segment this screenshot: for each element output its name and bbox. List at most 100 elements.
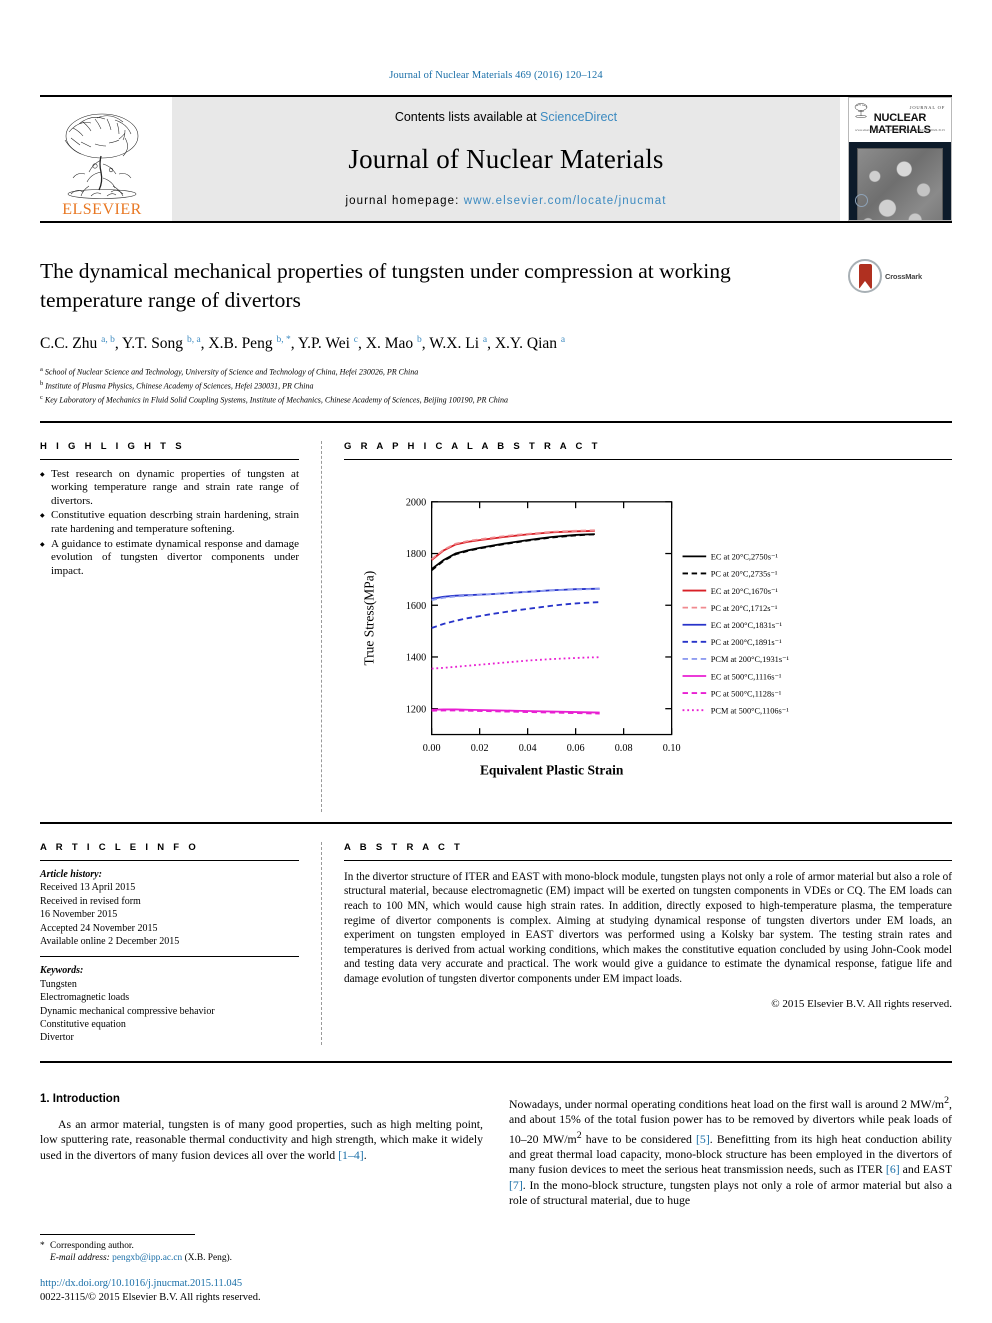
abstract-column: A B S T R A C T In the divertor structur… xyxy=(328,842,952,1045)
journal-title: Journal of Nuclear Materials xyxy=(348,144,664,174)
crossmark-label: CrossMark xyxy=(885,271,922,281)
svg-text:0.00: 0.00 xyxy=(423,743,441,754)
email-owner: (X.B. Peng). xyxy=(184,1253,232,1264)
article-info-heading: A R T I C L E I N F O xyxy=(40,841,200,853)
section-heading-introduction: 1. Introduction xyxy=(40,1092,120,1105)
corresponding-author-line: * Corresponding author. xyxy=(40,1240,480,1253)
intro-text-part2: . xyxy=(363,1147,367,1162)
svg-text:1800: 1800 xyxy=(406,549,426,560)
email-link[interactable]: pengxb@ipp.ac.cn xyxy=(112,1253,182,1263)
keywords-separator xyxy=(40,956,299,958)
svg-text:1200: 1200 xyxy=(406,704,426,715)
masthead-center-panel: Contents lists available at ScienceDirec… xyxy=(172,97,840,221)
history-item: Received 13 April 2015 xyxy=(40,882,136,894)
contents-available-line: Contents lists available at ScienceDirec… xyxy=(395,110,617,124)
articleinfo-abstract-row: A R T I C L E I N F O Article history: R… xyxy=(40,841,952,1045)
affiliation-text: Key Laboratory of Mechanics in Fluid Sol… xyxy=(44,396,508,406)
keyword-item: Tungsten xyxy=(40,978,77,990)
doi-link[interactable]: http://dx.doi.org/10.1016/j.jnucmat.2015… xyxy=(40,1277,540,1291)
svg-text:EC at 500°C,1116s⁻¹: EC at 500°C,1116s⁻¹ xyxy=(711,672,782,681)
citation-link[interactable]: [5] xyxy=(696,1131,710,1145)
affiliation-marker: c xyxy=(40,394,43,402)
history-item: Accepted 24 November 2015 xyxy=(40,922,158,934)
cover-right-small: Volume 469 February 2016 ISSN 0022-3115 xyxy=(884,128,945,132)
abstract-heading: A B S T R A C T xyxy=(344,841,464,853)
right-text-5: and EAST xyxy=(899,1162,953,1177)
stress-strain-chart: 0.00 0.02 0.04 0.06 0.08 0.10 2000 1800 1600 1400… xyxy=(361,497,789,777)
abstract-copyright: © 2015 Elsevier B.V. All rights reserved… xyxy=(771,997,952,1010)
svg-text:EC at 20°C,2750s⁻¹: EC at 20°C,2750s⁻¹ xyxy=(711,552,779,561)
affiliation-marker: a xyxy=(40,366,43,374)
affiliation-marker: b xyxy=(40,380,44,388)
body-right-column: Nowadays, under normal operating conditi… xyxy=(509,1093,952,1209)
graphical-abstract-column: G R A P H I C A L A B S T R A C T 0.00 0.… xyxy=(328,441,952,812)
right-text-3: have to be considered xyxy=(581,1131,696,1146)
footnote-block: * Corresponding author. E-mail address: p… xyxy=(40,1233,480,1265)
right-column-paragraph: Nowadays, under normal operating conditi… xyxy=(509,1093,952,1209)
right-text-1: Nowadays, under normal operating conditi… xyxy=(509,1096,945,1111)
journal-homepage-link[interactable]: www.elsevier.com/locate/jnucmat xyxy=(464,195,667,207)
svg-text:PC at 20°C,1712s⁻¹: PC at 20°C,1712s⁻¹ xyxy=(711,604,778,613)
affiliation-item: b Institute of Plasma Physics, Chinese A… xyxy=(40,378,952,392)
highlights-list: Test research on dynamic properties of t… xyxy=(40,468,299,579)
article-history-label: Article history: xyxy=(40,868,102,880)
page-title: The dynamical mechanical properties of t… xyxy=(40,259,731,312)
article-info-rule xyxy=(40,859,299,861)
keywords-label: Keywords: xyxy=(40,965,84,977)
cover-footer xyxy=(855,194,945,216)
doi-block: http://dx.doi.org/10.1016/j.jnucmat.2015… xyxy=(40,1277,540,1305)
article-page: Journal of Nuclear Materials 469 (2016) … xyxy=(0,0,992,1323)
keyword-item: Divertor xyxy=(40,1032,74,1044)
elsevier-tree-icon xyxy=(64,113,139,199)
svg-text:0.02: 0.02 xyxy=(471,743,489,754)
history-item: 16 November 2015 xyxy=(40,909,118,921)
abstract-top-rule xyxy=(40,821,952,824)
homepage-prefix: journal homepage: xyxy=(345,195,464,207)
graphical-abstract-figure: 0.00 0.02 0.04 0.06 0.08 0.10 2000 1800 1600 1400… xyxy=(344,472,952,812)
sciencedirect-link[interactable]: ScienceDirect xyxy=(540,110,617,124)
body-left-column: 1. Introduction As an armor material, tu… xyxy=(40,1093,483,1209)
masthead-bottom-rule xyxy=(40,221,952,223)
crossmark-badge[interactable]: CrossMark xyxy=(848,259,952,293)
issn-copyright-line: 0022-3115/© 2015 Elsevier B.V. All right… xyxy=(40,1292,261,1303)
citation-link[interactable]: [1–4] xyxy=(338,1148,364,1162)
svg-text:EC at 200°C,1831s⁻¹: EC at 200°C,1831s⁻¹ xyxy=(711,621,783,630)
article-history-block: Article history: Received 13 April 2015 … xyxy=(40,868,299,948)
highlight-item: A guidance to estimate dynamical respons… xyxy=(40,538,299,579)
body-columns: 1. Introduction As an armor material, tu… xyxy=(40,1093,952,1209)
svg-text:0.06: 0.06 xyxy=(567,743,585,754)
title-block: The dynamical mechanical properties of t… xyxy=(40,257,952,407)
svg-text:EC at 20°C,1670s⁻¹: EC at 20°C,1670s⁻¹ xyxy=(711,586,779,595)
svg-text:0.10: 0.10 xyxy=(663,743,681,754)
graphical-abstract-heading: G R A P H I C A L A B S T R A C T xyxy=(344,440,601,452)
citation-link[interactable]: [6] xyxy=(886,1162,900,1176)
cover-journal-of-label: JOURNAL OF xyxy=(909,105,945,110)
email-label: E-mail address: xyxy=(50,1253,110,1264)
intro-text-part1: As an armor material, tungsten is of man… xyxy=(40,1116,483,1162)
contents-prefix: Contents lists available at xyxy=(394,110,541,124)
citation-link[interactable]: [7] xyxy=(509,1178,523,1192)
email-line: E-mail address: pengxb@ipp.ac.cn (X.B. P… xyxy=(40,1252,480,1265)
affiliation-text: Institute of Plasma Physics, Chinese Aca… xyxy=(45,381,314,391)
history-item: Received in revised form xyxy=(40,895,141,907)
footnote-star-marker: * xyxy=(40,1240,45,1251)
cover-seal-icon xyxy=(855,194,868,207)
right-text-6: . In the mono-block structure, tungsten … xyxy=(509,1177,952,1208)
svg-text:PC at 20°C,2735s⁻¹: PC at 20°C,2735s⁻¹ xyxy=(711,569,778,578)
abstract-text: In the divertor structure of ITER and EA… xyxy=(344,870,952,986)
keyword-item: Electromagnetic loads xyxy=(40,992,130,1004)
svg-text:0.08: 0.08 xyxy=(615,743,633,754)
footnote-rule xyxy=(40,1233,195,1235)
body-top-rule xyxy=(40,1060,952,1063)
affiliation-item: c Key Laboratory of Mechanics in Fluid S… xyxy=(40,392,952,406)
journal-cover-thumbnail: JOURNAL OF NUCLEAR MATERIALS www.elsevie… xyxy=(848,97,952,221)
article-info-column: A R T I C L E I N F O Article history: R… xyxy=(40,842,315,1045)
crossmark-icon xyxy=(848,259,882,293)
intro-paragraph: As an armor material, tungsten is of man… xyxy=(40,1117,483,1163)
highlight-item: Test research on dynamic properties of t… xyxy=(40,468,299,509)
column-divider xyxy=(321,841,322,1045)
highlights-rule xyxy=(40,458,299,460)
svg-text:1400: 1400 xyxy=(406,652,426,663)
svg-text:True Stress(MPa): True Stress(MPa) xyxy=(361,570,376,665)
journal-masthead: ELSEVIER Contents lists available at Sci… xyxy=(40,97,952,221)
